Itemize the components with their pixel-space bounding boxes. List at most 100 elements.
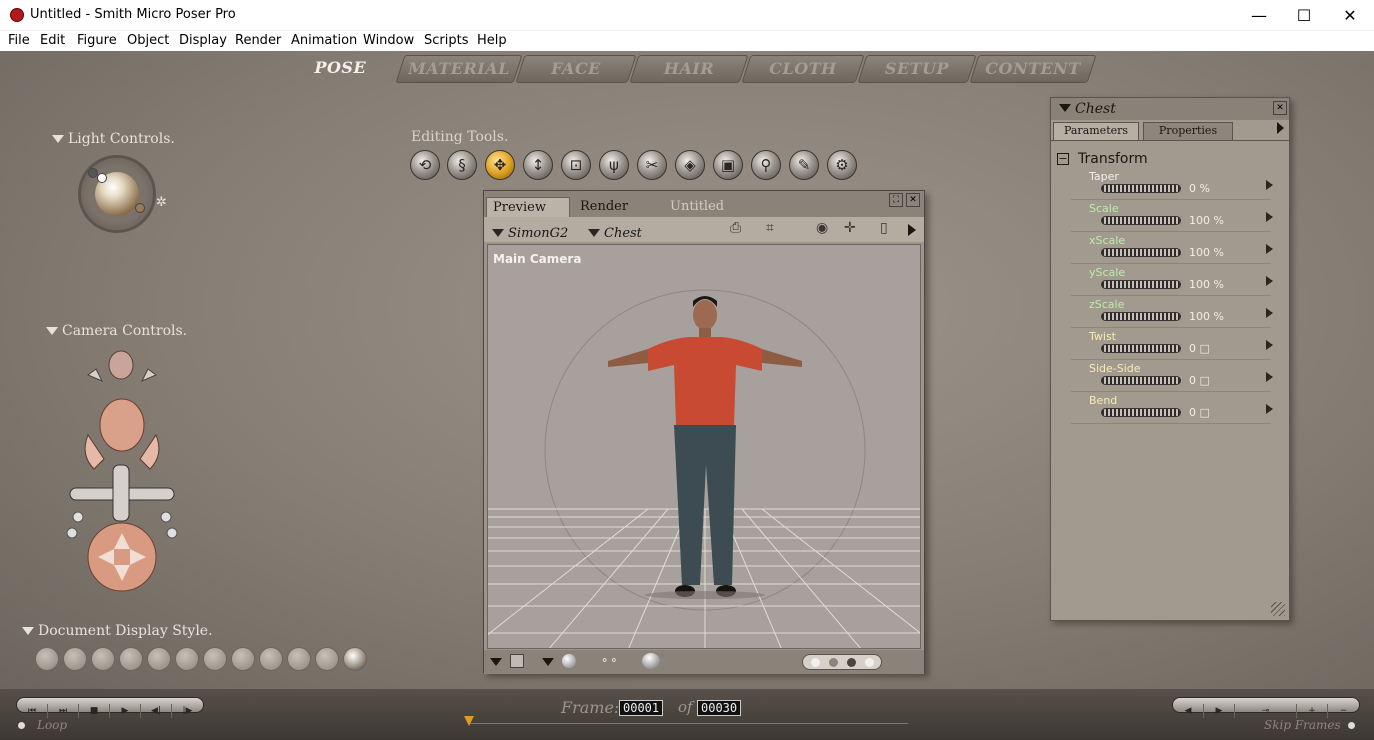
depth-cue-icon[interactable] [642,653,660,669]
parameter-dial[interactable] [1101,184,1181,193]
tab-parameters[interactable]: Parameters [1053,122,1139,140]
layout-dot-3[interactable] [847,658,856,667]
shadow-options-icon[interactable] [542,658,554,666]
display-style-flat-shaded[interactable] [175,647,199,671]
3d-viewport[interactable]: Main Camera [487,244,921,649]
parameter-options-arrow-icon[interactable] [1266,308,1273,318]
loop-toggle[interactable] [18,722,25,729]
display-style-hidden-line[interactable] [119,647,143,671]
ground-shadows-icon[interactable]: ⚬⚬ [600,654,620,668]
parameter-options-arrow-icon[interactable] [1266,180,1273,190]
group-collapse-button[interactable]: − [1057,153,1069,165]
camera-select-icon[interactable]: ⌗ [766,220,774,236]
menu-display[interactable]: Display [179,33,227,48]
collapse-triangle-icon[interactable] [1059,104,1071,112]
morphing-tool-icon[interactable]: ✎ [789,150,819,180]
chain-break-icon[interactable]: ✂ [637,150,667,180]
color-icon[interactable]: ◈ [675,150,705,180]
go-to-end-button[interactable]: ⏭ [48,704,79,718]
figure-simong2[interactable] [488,245,921,649]
parameter-options-arrow-icon[interactable] [1266,212,1273,222]
parameter-value[interactable]: 0 % [1189,182,1210,195]
options-arrow-icon[interactable] [908,224,916,236]
timeline-slider-track[interactable] [470,723,908,724]
parameter-value[interactable]: 0 □ [1189,374,1210,387]
go-to-start-button[interactable]: ⏮ [17,704,48,718]
parameter-value[interactable]: 100 % [1189,246,1224,259]
menu-figure[interactable]: Figure [77,33,117,48]
background-color-icon[interactable] [510,654,524,668]
parameter-value[interactable]: 0 □ [1189,342,1210,355]
total-frames-field[interactable]: 00030 [697,700,742,716]
previous-key-button[interactable]: ◀ [1173,704,1204,718]
light-handle-2[interactable] [97,173,107,183]
camera-controls-header[interactable]: Camera Controls. [46,323,187,339]
taper-icon[interactable]: ψ [599,150,629,180]
display-style-cartoon-line[interactable] [259,647,283,671]
maximize-button[interactable]: ☐ [1281,0,1327,31]
parameter-options-arrow-icon[interactable] [1266,340,1273,350]
layout-dot-1[interactable] [811,658,820,667]
grouping-icon[interactable]: ▣ [713,150,743,180]
parameter-options-arrow-icon[interactable] [1266,276,1273,286]
parameter-value[interactable]: 100 % [1189,310,1224,323]
trackball-icon[interactable]: ◉ [816,220,828,236]
tab-untitled[interactable]: Untitled [664,197,884,217]
view-layout-selector[interactable] [802,654,882,670]
skip-frames-toggle[interactable] [1348,722,1355,729]
scale-icon[interactable]: ⊡ [561,150,591,180]
tab-pose[interactable]: POSE [295,55,384,83]
display-style-silhouette[interactable] [35,647,59,671]
menu-window[interactable]: Window [363,33,414,48]
parameter-dial[interactable] [1101,344,1181,353]
menu-file[interactable]: File [8,33,30,48]
light-handle-3[interactable] [135,203,145,213]
parameter-dial[interactable] [1101,408,1181,417]
translate-icon[interactable]: ✥ [485,150,515,180]
display-style-outline[interactable] [63,647,87,671]
tab-properties[interactable]: Properties [1143,122,1233,140]
parameter-dial[interactable] [1101,376,1181,385]
timeline-slider-thumb[interactable] [464,716,474,726]
shadow-color-icon[interactable] [562,654,576,668]
display-style-wireframe[interactable] [91,647,115,671]
view-magnifier-icon[interactable]: ⚲ [751,150,781,180]
menu-scripts[interactable]: Scripts [424,33,468,48]
display-style-texture-shaded[interactable] [343,647,367,671]
translate-in-out-icon[interactable]: ↕ [523,150,553,180]
display-style-flat-lined[interactable] [203,647,227,671]
tab-face[interactable]: FACE [515,55,637,83]
edit-keyframes-button[interactable]: ⊸ [1235,704,1297,718]
actor-menu[interactable]: Chest [588,222,642,241]
figure-menu[interactable]: SimonG2 [492,222,568,241]
menu-animation[interactable]: Animation [291,33,357,48]
add-keyframe-button[interactable]: + [1297,704,1328,718]
menu-render[interactable]: Render [235,33,281,48]
panel-menu-arrow-icon[interactable] [1277,122,1284,134]
stop-button[interactable]: ■ [79,704,110,718]
rotate-icon[interactable]: ⟲ [410,150,440,180]
document-maximize-icon[interactable]: ⛶ [889,193,903,207]
parameter-value[interactable]: 100 % [1189,214,1224,227]
move-xy-icon[interactable]: ✛ [844,220,856,236]
current-frame-field[interactable]: 00001 [619,700,664,716]
tab-render[interactable]: Render [574,197,652,217]
step-forward-button[interactable]: |▶ [172,704,203,718]
parameter-options-arrow-icon[interactable] [1266,372,1273,382]
document-close-icon[interactable]: ✕ [906,193,920,207]
delete-keyframe-button[interactable]: − [1328,704,1359,718]
display-style-lit-wireframe[interactable] [147,647,171,671]
menu-edit[interactable]: Edit [40,33,65,48]
display-style-smooth-shaded[interactable] [287,647,311,671]
direct-manipulation-icon[interactable]: ⚙ [827,150,857,180]
document-display-style-header[interactable]: Document Display Style. [22,623,213,639]
parameter-value[interactable]: 0 □ [1189,406,1210,419]
parameter-dial[interactable] [1101,312,1181,321]
panel-close-icon[interactable]: ✕ [1273,101,1287,115]
tab-setup[interactable]: SETUP [857,55,977,83]
camera-icon[interactable]: ⎙ [730,220,741,236]
menu-object[interactable]: Object [127,33,169,48]
move-z-icon[interactable]: ▯ [880,220,888,236]
tab-content[interactable]: CONTENT [969,55,1097,83]
tab-cloth[interactable]: CLOTH [741,55,865,83]
